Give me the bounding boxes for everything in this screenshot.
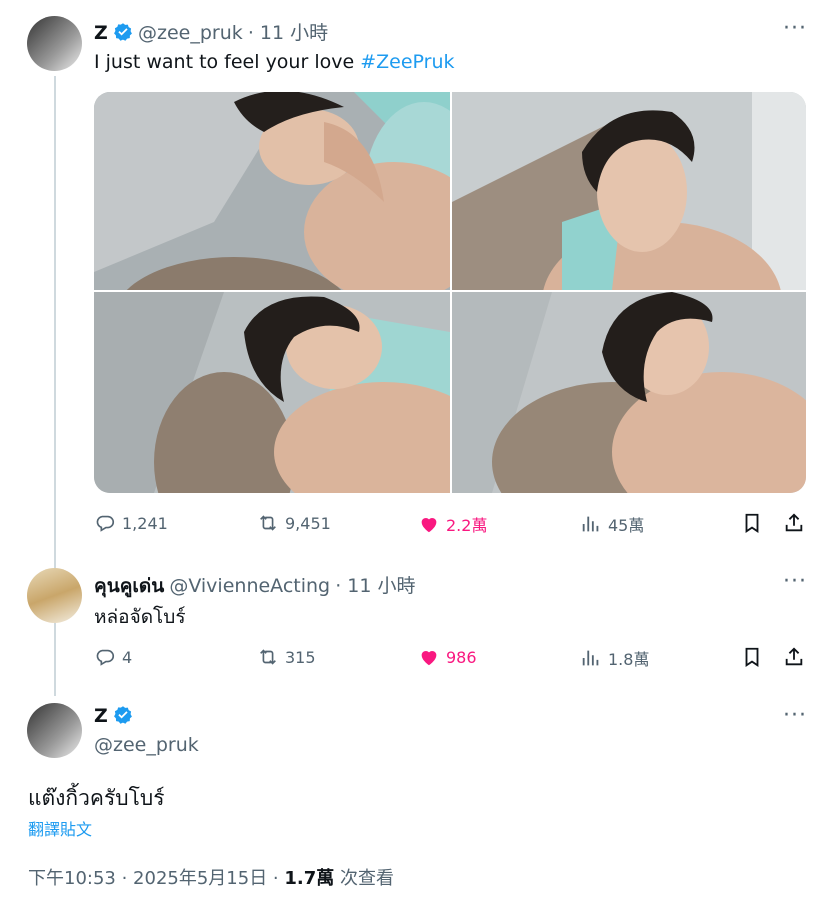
views-label: 次查看 [334,868,394,889]
views-button[interactable]: 1.8萬 [580,646,649,670]
share-button[interactable] [783,646,805,668]
reply-count: 4 [122,647,133,667]
translate-link[interactable]: 翻譯貼文 [28,816,92,840]
photo-3[interactable] [94,292,450,493]
views-count: 45萬 [608,516,645,535]
avatar[interactable] [27,703,82,758]
reply-icon [96,649,114,666]
views-icon [582,516,599,532]
share-icon [785,513,803,532]
main-tweet-text: แต๊งกิ้วครับโบร์ [28,786,165,810]
share-icon [785,647,803,666]
timestamp[interactable]: 下午10:53 · 2025年5月15日 · [28,868,284,889]
handle[interactable]: @zee_pruk [94,734,199,756]
reply-header: คุนคูเด่น @VivienneActing · 11 小時 [94,571,416,601]
views-icon [582,650,599,666]
bookmark-button[interactable] [741,512,763,534]
retweet-icon [260,649,276,665]
avatar[interactable] [27,16,82,71]
views-count: 1.8萬 [608,650,650,669]
bookmark-button[interactable] [741,646,763,668]
reply-icon [96,515,114,532]
share-button[interactable] [783,512,805,534]
like-icon [421,518,437,533]
reply-count: 1,241 [122,513,168,533]
hashtag-link[interactable]: #ZeePruk [360,51,454,73]
tweet-header: Z @zee_pruk · 11 小時 [94,18,328,45]
views-count: 1.7萬 [284,868,335,889]
retweet-count: 9,451 [285,513,331,533]
photo-1[interactable] [94,92,450,290]
like-icon [421,651,437,666]
bookmark-icon [745,513,759,533]
retweet-count: 315 [285,647,316,667]
views-button[interactable]: 45萬 [580,512,644,536]
main-author: Z [94,705,133,727]
verified-badge-icon [113,706,132,724]
tweet-text: I just want to feel your love #ZeePruk [94,51,455,73]
bookmark-icon [745,647,759,667]
photo-2[interactable] [452,92,806,290]
like-button[interactable]: 2.2萬 [418,512,487,536]
retweet-button[interactable]: 9,451 [257,512,331,534]
handle[interactable]: @zee_pruk [138,22,243,44]
display-name[interactable]: Z [94,22,108,44]
display-name[interactable]: คุนคูเด่น [94,575,164,597]
more-icon[interactable]: ··· [783,569,807,594]
timestamp[interactable]: · 11 小時 [335,575,415,597]
like-count: 986 [446,647,477,667]
reply-button[interactable]: 4 [94,646,132,668]
display-name[interactable]: Z [94,705,108,727]
timestamp[interactable]: · 11 小時 [248,22,328,44]
like-button[interactable]: 986 [418,646,477,668]
handle[interactable]: @VivienneActing [169,575,330,597]
retweet-icon [260,515,276,531]
reply-button[interactable]: 1,241 [94,512,168,534]
photo-grid [94,92,806,493]
tweet-meta: 下午10:53 · 2025年5月15日 · 1.7萬 次查看 [28,864,394,890]
avatar[interactable] [27,568,82,623]
like-count: 2.2萬 [446,516,488,535]
more-icon[interactable]: ··· [783,16,807,41]
photo-4[interactable] [452,292,806,493]
more-icon[interactable]: ··· [783,703,807,728]
retweet-button[interactable]: 315 [257,646,316,668]
tweet-body: I just want to feel your love [94,51,361,73]
reply-text: หล่อจัดโบร์ [94,606,186,628]
verified-badge-icon [113,23,132,41]
